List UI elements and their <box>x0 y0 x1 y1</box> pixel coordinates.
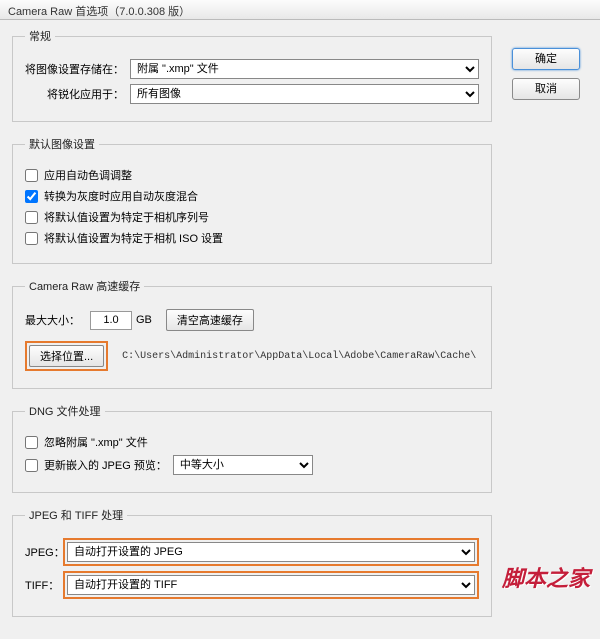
tiff-label: TIFF： <box>25 577 63 593</box>
defaults-legend: 默认图像设置 <box>25 136 99 152</box>
watermark: 脚本之家 <box>502 561 590 593</box>
select-location-highlight: 选择位置... <box>25 341 108 371</box>
serial-default-row[interactable]: 将默认值设置为特定于相机序列号 <box>25 209 479 225</box>
ignore-xmp-label: 忽略附属 ".xmp" 文件 <box>44 434 148 450</box>
preview-size-select[interactable]: 中等大小 <box>173 455 313 475</box>
auto-tone-label: 应用自动色调调整 <box>44 167 132 183</box>
purge-cache-button[interactable]: 清空高速缓存 <box>166 309 254 331</box>
max-size-label: 最大大小： <box>25 312 86 328</box>
select-location-button[interactable]: 选择位置... <box>29 345 104 367</box>
serial-default-checkbox[interactable] <box>25 211 38 224</box>
dialog-content: 确定 取消 常规 将图像设置存储在： 附属 ".xmp" 文件 将锐化应用于： … <box>0 20 600 639</box>
auto-gray-checkbox[interactable] <box>25 190 38 203</box>
tiff-select[interactable]: 自动打开设置的 TIFF <box>67 575 475 595</box>
ok-button[interactable]: 确定 <box>512 48 580 70</box>
sharpen-label: 将锐化应用于： <box>25 86 130 102</box>
cancel-button[interactable]: 取消 <box>512 78 580 100</box>
update-jpeg-label: 更新嵌入的 JPEG 预览： <box>44 457 167 473</box>
jpeg-tiff-group: JPEG 和 TIFF 处理 JPEG： 自动打开设置的 JPEG TIFF： … <box>12 507 492 617</box>
cache-legend: Camera Raw 高速缓存 <box>25 278 144 294</box>
tiff-highlight: 自动打开设置的 TIFF <box>63 571 479 599</box>
jpeg-tiff-legend: JPEG 和 TIFF 处理 <box>25 507 127 523</box>
gb-label: GB <box>136 314 152 326</box>
auto-gray-label: 转换为灰度时应用自动灰度混合 <box>44 188 198 204</box>
save-settings-select[interactable]: 附属 ".xmp" 文件 <box>130 59 479 79</box>
ignore-xmp-checkbox[interactable] <box>25 436 38 449</box>
auto-gray-row[interactable]: 转换为灰度时应用自动灰度混合 <box>25 188 479 204</box>
jpeg-highlight: 自动打开设置的 JPEG <box>63 538 479 566</box>
save-settings-label: 将图像设置存储在： <box>25 61 130 77</box>
iso-default-checkbox[interactable] <box>25 232 38 245</box>
window-title: Camera Raw 首选项（7.0.0.308 版） <box>8 6 190 18</box>
max-size-input[interactable] <box>90 311 132 330</box>
general-legend: 常规 <box>25 28 55 44</box>
iso-default-label: 将默认值设置为特定于相机 ISO 设置 <box>44 230 223 246</box>
auto-tone-checkbox[interactable] <box>25 169 38 182</box>
defaults-group: 默认图像设置 应用自动色调调整 转换为灰度时应用自动灰度混合 将默认值设置为特定… <box>12 136 492 264</box>
serial-default-label: 将默认值设置为特定于相机序列号 <box>44 209 209 225</box>
sharpen-select[interactable]: 所有图像 <box>130 84 479 104</box>
cache-group: Camera Raw 高速缓存 最大大小： GB 清空高速缓存 选择位置... … <box>12 278 492 389</box>
general-group: 常规 将图像设置存储在： 附属 ".xmp" 文件 将锐化应用于： 所有图像 <box>12 28 492 122</box>
dng-legend: DNG 文件处理 <box>25 403 105 419</box>
dng-group: DNG 文件处理 忽略附属 ".xmp" 文件 更新嵌入的 JPEG 预览： 中… <box>12 403 492 493</box>
button-column: 确定 取消 <box>512 48 582 108</box>
iso-default-row[interactable]: 将默认值设置为特定于相机 ISO 设置 <box>25 230 479 246</box>
cache-path: C:\Users\Administrator\AppData\Local\Ado… <box>122 351 476 362</box>
title-bar: Camera Raw 首选项（7.0.0.308 版） <box>0 0 600 20</box>
auto-tone-row[interactable]: 应用自动色调调整 <box>25 167 479 183</box>
jpeg-select[interactable]: 自动打开设置的 JPEG <box>67 542 475 562</box>
ignore-xmp-row[interactable]: 忽略附属 ".xmp" 文件 <box>25 434 479 450</box>
update-jpeg-checkbox[interactable] <box>25 459 38 472</box>
jpeg-label: JPEG： <box>25 544 63 560</box>
